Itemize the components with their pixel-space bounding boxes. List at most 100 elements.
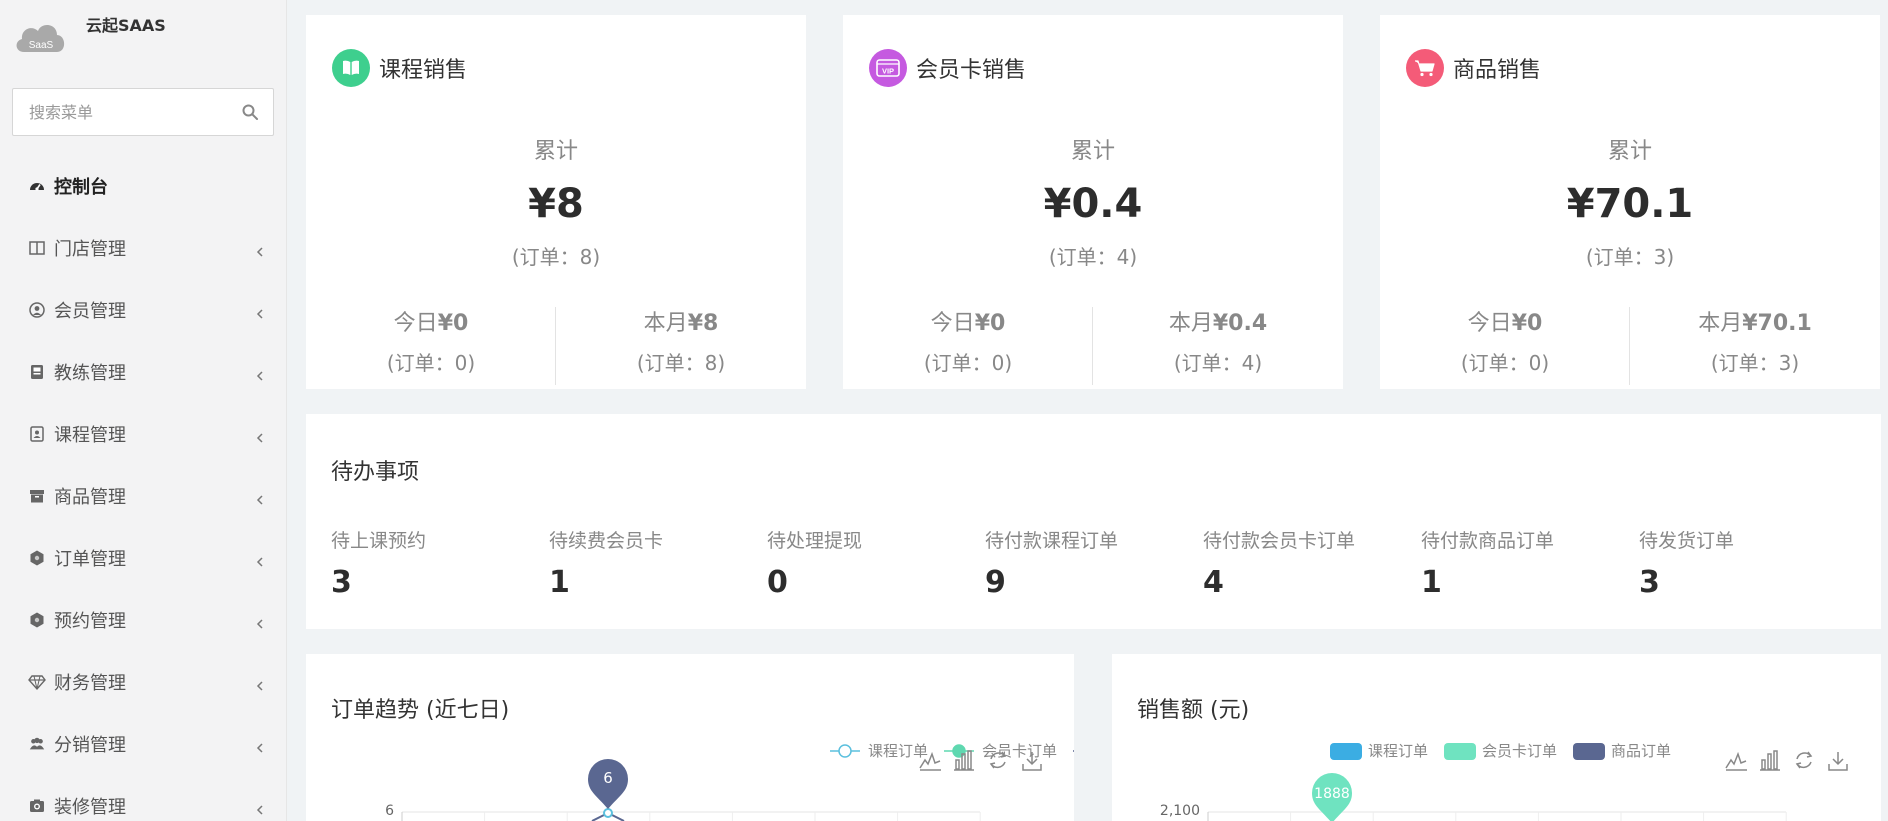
- sales-amount-chart: 课程订单 会员卡订单 商品订单 2,100 1888: [1160, 742, 1848, 821]
- sidebar-item-label: 教练管理: [54, 363, 126, 384]
- max-value-label: 1888: [1314, 786, 1350, 802]
- sidebar-item-label: 财务管理: [54, 673, 126, 694]
- download-icon[interactable]: [1828, 752, 1848, 771]
- cumulative-label: 累计: [1070, 139, 1115, 164]
- logo-text: SaaS: [29, 40, 54, 51]
- todo-title: 待办事项: [331, 460, 420, 485]
- month-label: 本月: [1698, 311, 1743, 336]
- sidebar-menu: 控制台门店管理会员管理教练管理课程管理商品管理 订单管理预约管理财务管理分销管理装…: [0, 155, 287, 821]
- sidebar-item-5[interactable]: 商品管理: [0, 465, 287, 527]
- chevron-left-icon: [255, 553, 265, 567]
- sidebar-item-2[interactable]: 会员管理: [0, 279, 287, 341]
- todo-item[interactable]: 待上课预约 3: [331, 526, 541, 600]
- sidebar-item-7[interactable]: 预约管理: [0, 589, 287, 651]
- legend-item[interactable]: 商品订单: [1073, 742, 1074, 760]
- legend-swatch: [1573, 743, 1605, 760]
- bar-chart-icon[interactable]: [1760, 750, 1780, 771]
- legend-label: 课程订单: [1368, 742, 1428, 760]
- sidebar-item-label: 装修管理: [54, 797, 126, 818]
- refresh-icon[interactable]: [1795, 751, 1813, 769]
- user-circle-icon: [28, 301, 46, 319]
- today-stats: 今日¥0 (订单：0): [843, 305, 1093, 376]
- legend-item[interactable]: 会员卡订单: [944, 742, 1057, 760]
- today-stats: 今日¥0 (订单：0): [1380, 305, 1630, 376]
- legend-label: 课程订单: [868, 742, 928, 760]
- data-point[interactable]: [603, 808, 613, 818]
- todo-value: 9: [985, 565, 1006, 600]
- today-amount: ¥0: [437, 311, 469, 336]
- todo-item[interactable]: 待发货订单 3: [1639, 526, 1849, 600]
- sidebar-item-10[interactable]: 装修管理: [0, 775, 287, 821]
- sidebar-item-label: 门店管理: [54, 239, 126, 260]
- todo-value: 1: [1421, 565, 1442, 600]
- sidebar-item-9[interactable]: 分销管理: [0, 713, 287, 775]
- todo-item[interactable]: 待付款商品订单 1: [1421, 526, 1631, 600]
- legend-swatch: [1444, 743, 1476, 760]
- cart-icon: [1406, 49, 1444, 87]
- menu-search-input[interactable]: [13, 89, 223, 135]
- sidebar-item-8[interactable]: 财务管理: [0, 651, 287, 713]
- sidebar-item-4[interactable]: 课程管理: [0, 403, 287, 465]
- sales-card-title: 商品销售: [1453, 58, 1542, 83]
- todo-label: 待续费会员卡: [549, 530, 664, 552]
- cumulative-label: 累计: [533, 139, 578, 164]
- legend-marker: [838, 744, 852, 758]
- max-value-label: 6: [603, 769, 613, 787]
- cumulative-amount: ¥70.1: [1566, 181, 1694, 227]
- sales-card-header: 课程销售: [332, 49, 467, 87]
- cumulative-orders: (订单：8): [511, 245, 601, 269]
- sidebar-item-6[interactable]: 订单管理: [0, 527, 287, 589]
- todo-value: 1: [549, 565, 570, 600]
- todo-label: 待付款课程订单: [985, 530, 1119, 552]
- month-amount: ¥0.4: [1212, 311, 1268, 336]
- sidebar-item-label: 分销管理: [54, 735, 126, 756]
- month-orders: (订单：3): [1710, 351, 1800, 375]
- todo-item[interactable]: 待付款会员卡订单 4: [1203, 526, 1413, 600]
- sidebar-item-label: 会员管理: [54, 301, 126, 322]
- month-amount: ¥70.1: [1742, 311, 1812, 336]
- sidebar-item-label: 课程管理: [54, 425, 126, 446]
- sales-card-2: 商品销售 累计 ¥70.1 (订单：3) 今日¥0 (订单：0) 本月¥70.1…: [1380, 15, 1880, 389]
- today-label: 今日: [930, 311, 975, 336]
- legend-item[interactable]: 会员卡订单: [1444, 742, 1557, 760]
- hexagon-icon: [28, 611, 46, 629]
- cumulative-amount: ¥8: [528, 181, 584, 227]
- cumulative-amount: ¥0.4: [1043, 181, 1143, 227]
- sidebar-item-label: 预约管理: [54, 611, 126, 632]
- legend-item[interactable]: 课程订单: [1330, 742, 1428, 760]
- sidebar-item-3[interactable]: 教练管理: [0, 341, 287, 403]
- dashboard-icon: [28, 177, 46, 195]
- y-tick-label: 6: [385, 803, 394, 819]
- todo-item[interactable]: 待付款课程订单 9: [985, 526, 1195, 600]
- todo-value: 4: [1203, 565, 1224, 600]
- vip-card-icon: VIP: [869, 49, 907, 87]
- today-amount: ¥0: [974, 311, 1006, 336]
- sidebar-item-1[interactable]: 门店管理: [0, 217, 287, 279]
- line-chart-icon[interactable]: [1725, 751, 1747, 771]
- legend-label: 会员卡订单: [982, 742, 1057, 760]
- order-trend-chart: 课程订单 会员卡订单 商品订单 6 6: [385, 742, 1074, 821]
- period-split: 今日¥0 (订单：0) 本月¥0.4 (订单：4): [843, 305, 1343, 385]
- month-stats: 本月¥70.1 (订单：3): [1630, 305, 1880, 376]
- legend-item[interactable]: 课程订单: [830, 742, 928, 760]
- diamond-icon: [28, 673, 46, 691]
- users-icon: [28, 735, 46, 753]
- legend-marker: [952, 744, 966, 758]
- menu-search-box: [12, 88, 274, 136]
- month-amount: ¥8: [687, 311, 719, 336]
- search-icon[interactable]: [241, 103, 259, 121]
- brand-name: 云起SAAS: [86, 16, 166, 35]
- todo-item[interactable]: 待处理提现 0: [767, 526, 977, 600]
- y-tick-label: 2,100: [1160, 803, 1200, 819]
- sales-card-title: 课程销售: [379, 58, 468, 83]
- chevron-left-icon: [255, 739, 265, 753]
- chevron-left-icon: [255, 491, 265, 505]
- order-trend-chart-card: 订单趋势 (近七日) 课程订单会员卡订单商品订单66: [306, 654, 1074, 821]
- sidebar-item-0[interactable]: 控制台: [0, 155, 287, 217]
- cumulative-orders: (订单：3): [1585, 245, 1675, 269]
- todo-item[interactable]: 待续费会员卡 1: [549, 526, 759, 600]
- month-stats: 本月¥8 (订单：8): [556, 305, 806, 376]
- cumulative-label: 累计: [1607, 139, 1652, 164]
- legend-swatch: [1330, 743, 1362, 760]
- legend-item[interactable]: 商品订单: [1573, 742, 1671, 760]
